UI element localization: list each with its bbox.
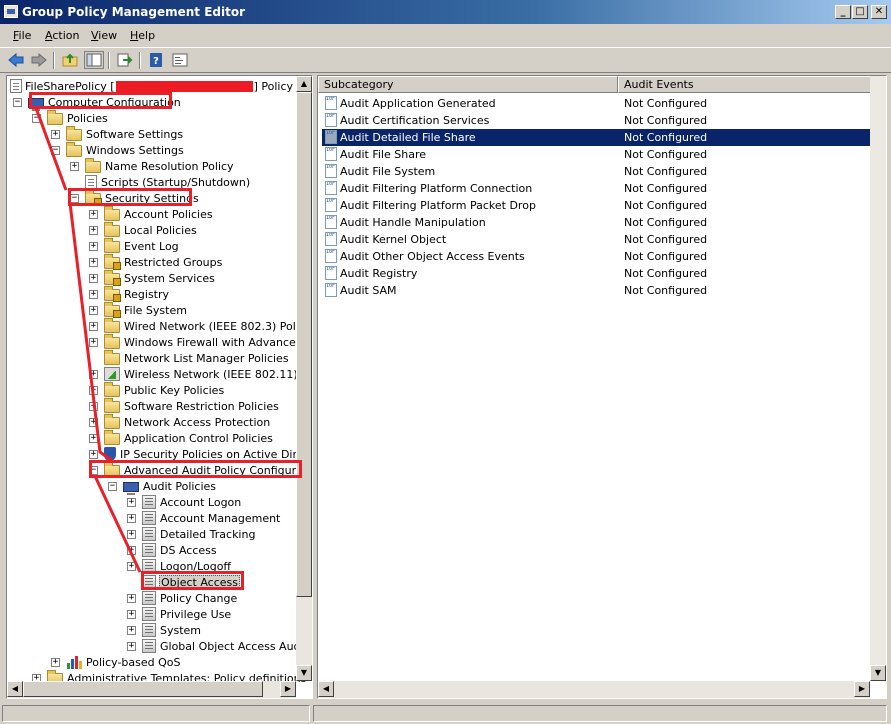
status-cell	[2, 705, 310, 722]
highlight-advanced-audit-policy	[89, 460, 302, 478]
highlight-object-access	[141, 571, 244, 590]
annotation-path	[34, 107, 142, 573]
highlight-security-settings	[68, 188, 192, 206]
status-bar	[0, 702, 891, 724]
status-cell	[313, 705, 887, 722]
highlight-computer-configuration	[29, 92, 172, 109]
